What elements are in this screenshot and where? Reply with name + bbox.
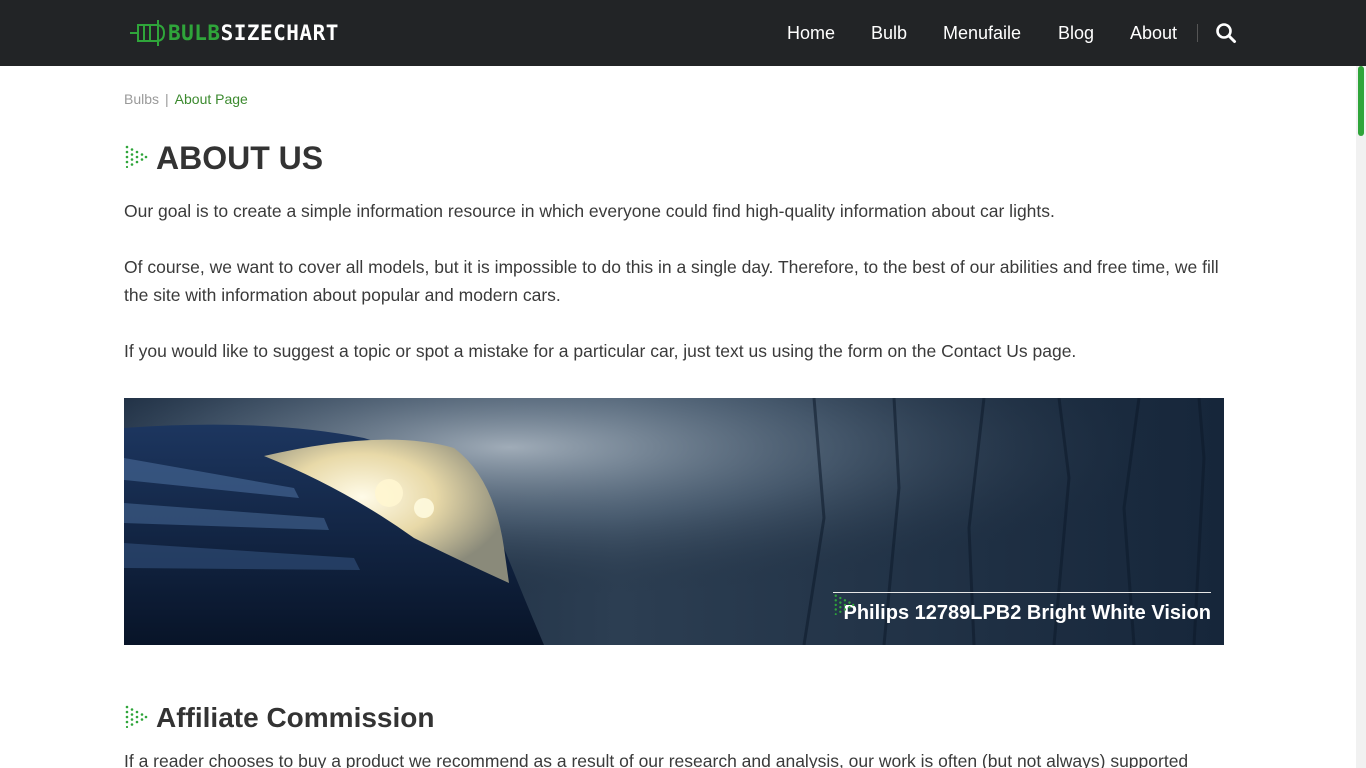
intro-paragraph-1: Our goal is to create a simple informati… [124,201,1055,221]
nav-about[interactable]: About [1130,22,1177,44]
site-header: BULBSIZECHART Home Bulb Menufaile Blog A… [0,0,1366,66]
hero-caption: Philips 12789LPB2 Bright White Vision [833,592,1211,625]
breadcrumb-current: About Page [174,91,248,107]
nav-divider [1197,24,1198,42]
intro-paragraph-2: Of course, we want to cover all models, … [124,257,1219,305]
bulb-logo-icon [128,18,166,48]
page-title-row: ABOUT US [124,138,323,178]
hero-caption-text: Philips 12789LPB2 Bright White Vision [843,602,1212,624]
page-scrollbar[interactable] [1356,66,1366,768]
search-icon [1216,23,1236,43]
page-title: ABOUT US [156,140,324,176]
dotted-arrow-icon [124,144,148,173]
search-button[interactable] [1215,22,1237,44]
logo-text-sizechart: SIZECHART [220,21,339,45]
nav-bulb[interactable]: Bulb [871,22,907,44]
dotted-arrow-icon [124,704,148,733]
breadcrumb-home-link[interactable]: Bulbs [124,91,159,107]
nav-menufaile[interactable]: Menufaile [943,22,1021,44]
breadcrumb-separator: | [165,91,169,107]
logo-text-bulb: BULB [168,21,221,45]
intro-paragraph-3: If you would like to suggest a topic or … [124,341,1077,361]
scrollbar-thumb[interactable] [1358,66,1364,136]
nav-blog[interactable]: Blog [1058,22,1094,44]
affiliate-heading-row: Affiliate Commission [124,700,434,736]
breadcrumb: Bulbs | About Page [124,90,248,108]
affiliate-heading: Affiliate Commission [156,702,435,733]
nav-home[interactable]: Home [787,22,835,44]
affiliate-paragraph: If a reader chooses to buy a product we … [124,751,1189,768]
site-logo[interactable]: BULBSIZECHART [128,18,339,48]
hero-image: Philips 12789LPB2 Bright White Vision [124,398,1224,645]
